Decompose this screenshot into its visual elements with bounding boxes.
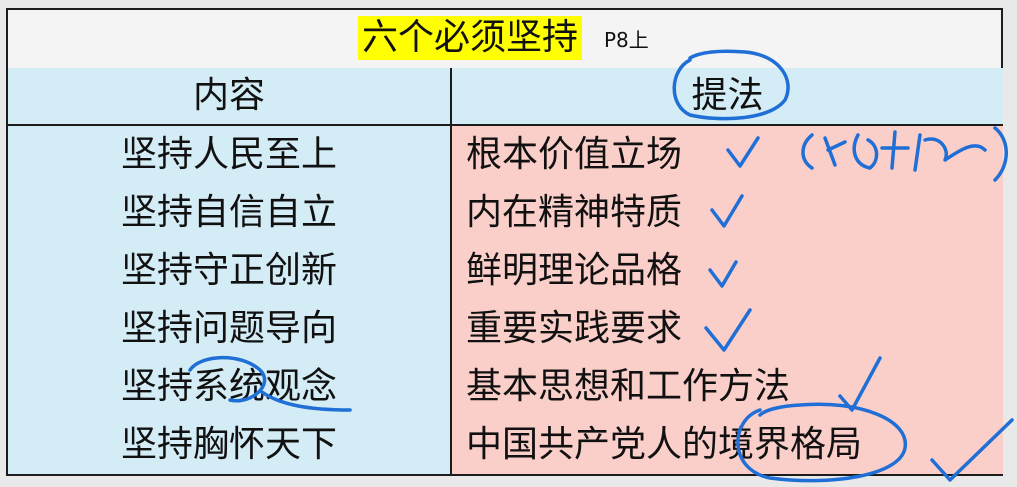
summary-table: 六个必须坚持 P8上 内容 提法 坚持人民至上 根本价值立场 坚持自信自立 内在… — [6, 8, 1003, 476]
row-formulation: 中国共产党人的境界格局 — [452, 416, 1003, 474]
row-content: 坚持人民至上 — [8, 126, 452, 184]
row-content: 坚持问题导向 — [8, 300, 452, 358]
page-reference: P8上 — [604, 28, 649, 52]
header-content: 内容 — [8, 68, 452, 124]
header-formulation: 提法 — [452, 68, 1003, 124]
table-row: 坚持自信自立 内在精神特质 — [8, 184, 1003, 244]
row-content: 坚持胸怀天下 — [8, 416, 452, 474]
table-row: 坚持胸怀天下 中国共产党人的境界格局 — [8, 416, 1003, 474]
row-formulation: 鲜明理论品格 — [452, 242, 1003, 300]
row-content: 坚持守正创新 — [8, 242, 452, 300]
table-header-row: 内容 提法 — [8, 68, 1003, 126]
table-title: 六个必须坚持 — [358, 16, 583, 60]
row-content: 坚持系统观念 — [8, 358, 452, 416]
row-formulation: 基本思想和工作方法 — [452, 358, 1003, 416]
table-row: 坚持问题导向 重要实践要求 — [8, 300, 1003, 360]
table-title-row: 六个必须坚持 P8上 — [8, 10, 1001, 70]
row-formulation: 根本价值立场 — [452, 126, 1003, 184]
row-formulation: 内在精神特质 — [452, 184, 1003, 242]
row-formulation: 重要实践要求 — [452, 300, 1003, 358]
table-row: 坚持守正创新 鲜明理论品格 — [8, 242, 1003, 302]
table-row: 坚持系统观念 基本思想和工作方法 — [8, 358, 1003, 418]
table-row: 坚持人民至上 根本价值立场 — [8, 126, 1003, 186]
row-content: 坚持自信自立 — [8, 184, 452, 242]
